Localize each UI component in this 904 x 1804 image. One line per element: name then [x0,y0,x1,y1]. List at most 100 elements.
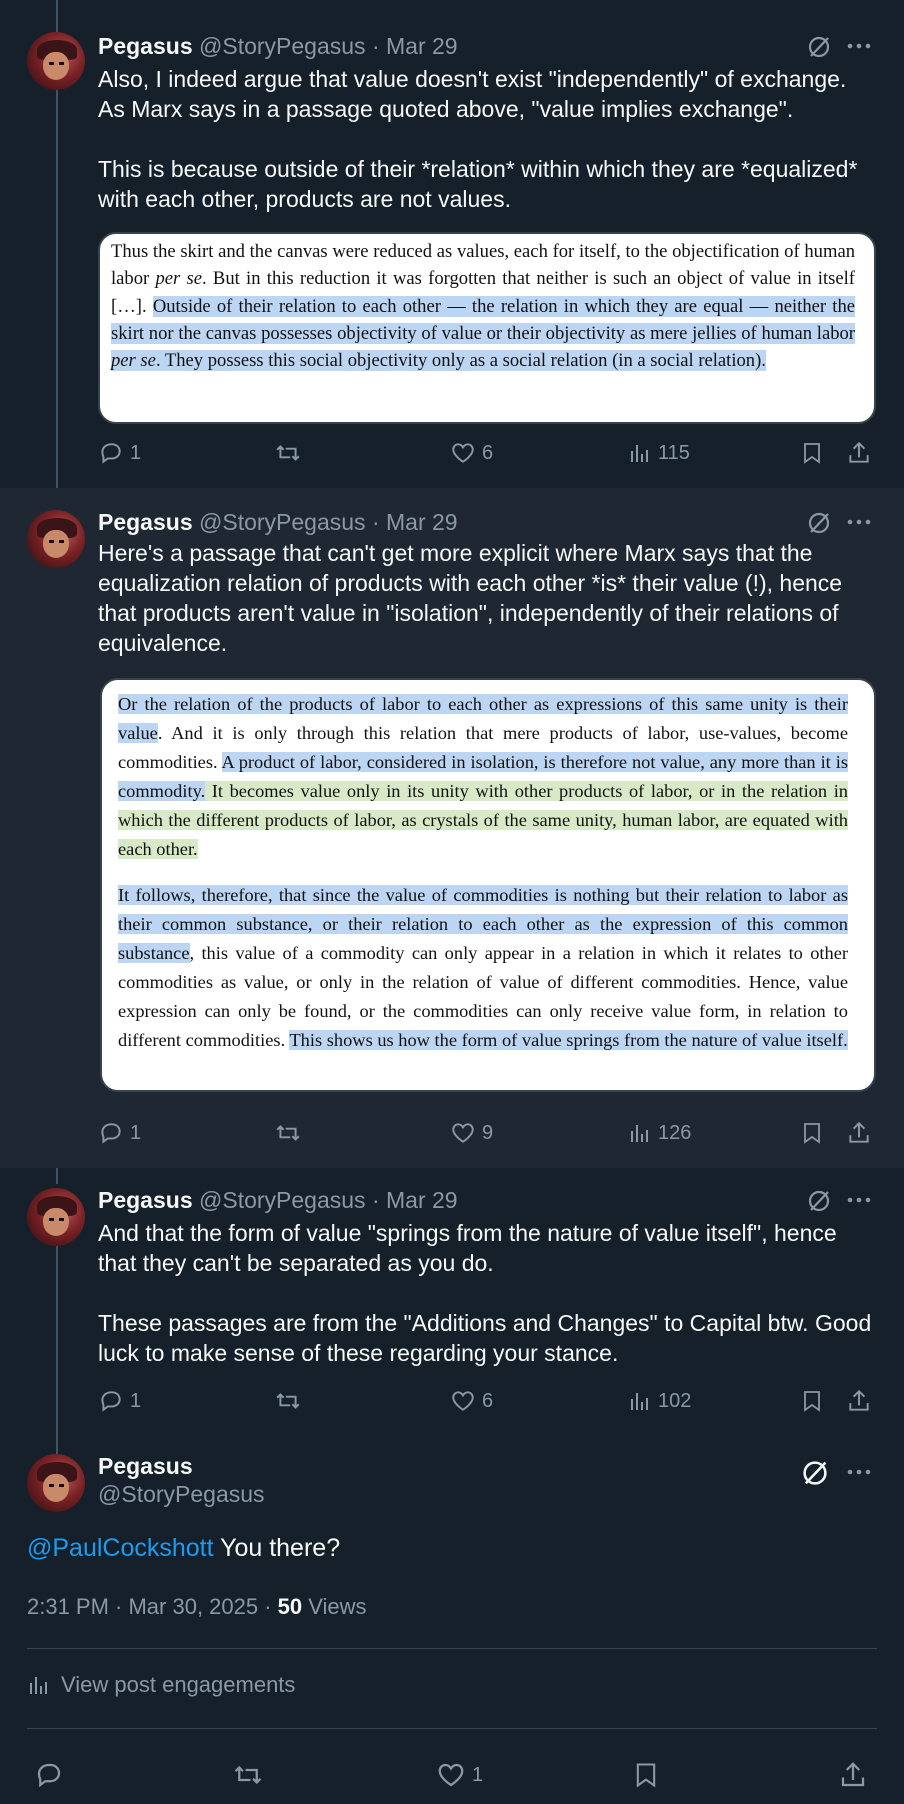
avatar[interactable] [27,1454,85,1512]
reply-icon [101,1391,121,1412]
grok-icon[interactable] [806,34,832,60]
bookmark-icon [804,1123,820,1144]
heart-icon [452,1391,474,1411]
repost-icon [276,1125,300,1141]
repost-icon [234,1765,262,1785]
like-button[interactable]: 9 [450,1120,493,1146]
divider [27,1728,877,1729]
focused-tweet: Pegasus @StoryPegasus @PaulCockshott You… [0,1434,904,1798]
view-engagements-link[interactable]: View post engagements [27,1672,295,1698]
reply-icon [101,1123,121,1144]
tweet-actions: 1 6 102 [98,1388,878,1424]
reply-button[interactable] [34,1760,64,1790]
quote-text: per se [155,268,203,290]
tweet-header: Pegasus [98,1452,193,1480]
share-button[interactable] [838,1760,868,1790]
more-options-icon[interactable] [846,36,872,56]
like-count: 6 [482,441,494,464]
tweet-body: You there? [213,1534,341,1562]
share-icon [841,1762,865,1787]
grok-icon[interactable] [806,510,832,536]
reply-button[interactable]: 1 [98,1120,141,1146]
display-name[interactable]: Pegasus [98,1453,193,1479]
bookmark-icon [804,443,820,464]
repost-icon [276,1393,300,1409]
display-name[interactable]: Pegasus [98,1187,193,1213]
repost-button[interactable] [274,440,302,466]
like-count: 6 [482,1389,494,1412]
share-button[interactable] [846,440,872,466]
tweet[interactable]: Pegasus @StoryPegasus · Mar 29 And that … [0,1168,904,1434]
tweet-header: Pegasus @StoryPegasus · Mar 29 [98,32,458,60]
tweet-paragraph: These passages are from the "Additions a… [98,1310,872,1366]
share-icon [849,1389,869,1411]
like-count: 1 [472,1763,484,1786]
tweet-paragraph: Here's a passage that can't get more exp… [98,540,843,656]
bookmark-button[interactable] [800,440,824,466]
views-icon [631,1125,648,1142]
avatar[interactable] [27,510,85,568]
tweet-text: Also, I indeed argue that value doesn't … [98,64,878,214]
quote-highlight: . They possess this social objectivity o… [155,350,766,372]
view-count: 126 [658,1121,692,1144]
tweet-actions: 1 6 115 [98,440,878,476]
more-options-icon[interactable] [846,512,872,532]
heart-icon [452,1123,474,1143]
bookmark-button[interactable] [632,1760,660,1790]
share-button[interactable] [846,1120,872,1146]
tweet-header: Pegasus @StoryPegasus · Mar 29 [98,1186,458,1214]
repost-button[interactable] [274,1120,302,1146]
grok-icon[interactable] [800,1458,830,1488]
views-count: 50 [277,1594,303,1619]
views-button[interactable]: 115 [628,440,690,466]
like-button[interactable]: 6 [450,1388,493,1414]
share-button[interactable] [846,1388,872,1414]
avatar[interactable] [27,1188,85,1246]
repost-button[interactable] [274,1388,302,1414]
handle[interactable]: @StoryPegasus [199,33,366,59]
views-icon [631,445,648,462]
tweet[interactable]: Pegasus @StoryPegasus · Mar 29 Here's a … [0,488,904,1168]
bookmark-button[interactable] [800,1388,824,1414]
views-button[interactable]: 102 [628,1388,691,1414]
avatar[interactable] [27,32,85,90]
quote-highlight: Outside of their relation to each other … [111,295,855,344]
quote-highlight-green: It becomes value only in its unity with … [118,781,848,859]
view-count: 102 [658,1389,692,1412]
quote-image[interactable]: Or the relation of the products of labor… [100,678,876,1092]
reply-button[interactable]: 1 [98,440,141,466]
view-count: 115 [658,441,690,464]
focused-actions: 1 [0,1760,904,1804]
tweet-paragraph: Also, I indeed argue that value doesn't … [98,66,847,122]
more-options-icon[interactable] [846,1190,872,1210]
handle[interactable]: @StoryPegasus [98,1481,265,1507]
timestamp-line: 2:31 PM · Mar 30, 2025 · 50 Views [27,1594,367,1620]
post-date[interactable]: · Mar 29 [372,33,458,59]
reply-icon [37,1763,61,1788]
handle[interactable]: @StoryPegasus [199,1187,366,1213]
timestamp[interactable]: 2:31 PM · Mar 30, 2025 · [27,1594,278,1619]
display-name[interactable]: Pegasus [98,33,193,59]
mention-link[interactable]: @PaulCockshott [27,1534,214,1562]
post-date[interactable]: · Mar 29 [372,509,458,535]
reply-icon [101,443,121,464]
reply-button[interactable]: 1 [98,1388,141,1414]
bookmark-button[interactable] [800,1120,824,1146]
bookmark-icon [636,1763,656,1788]
tweet-paragraph: And that the form of value "springs from… [98,1220,837,1276]
more-options-icon[interactable] [846,1462,872,1482]
like-button[interactable]: 6 [450,440,493,466]
grok-icon[interactable] [806,1188,832,1214]
tweet[interactable]: Pegasus @StoryPegasus · Mar 29 Also, I i… [0,0,904,488]
handle[interactable]: @StoryPegasus [199,509,366,535]
quote-image[interactable]: Thus the skirt and the canvas were reduc… [98,232,876,424]
tweet-text: Here's a passage that can't get more exp… [98,538,878,658]
like-button[interactable]: 1 [436,1760,483,1790]
post-date[interactable]: · Mar 29 [372,1187,458,1213]
repost-button[interactable] [232,1760,264,1790]
display-name[interactable]: Pegasus [98,509,193,535]
divider [27,1648,877,1649]
views-button[interactable]: 126 [628,1120,691,1146]
heart-icon [438,1763,464,1787]
share-icon [849,441,869,463]
